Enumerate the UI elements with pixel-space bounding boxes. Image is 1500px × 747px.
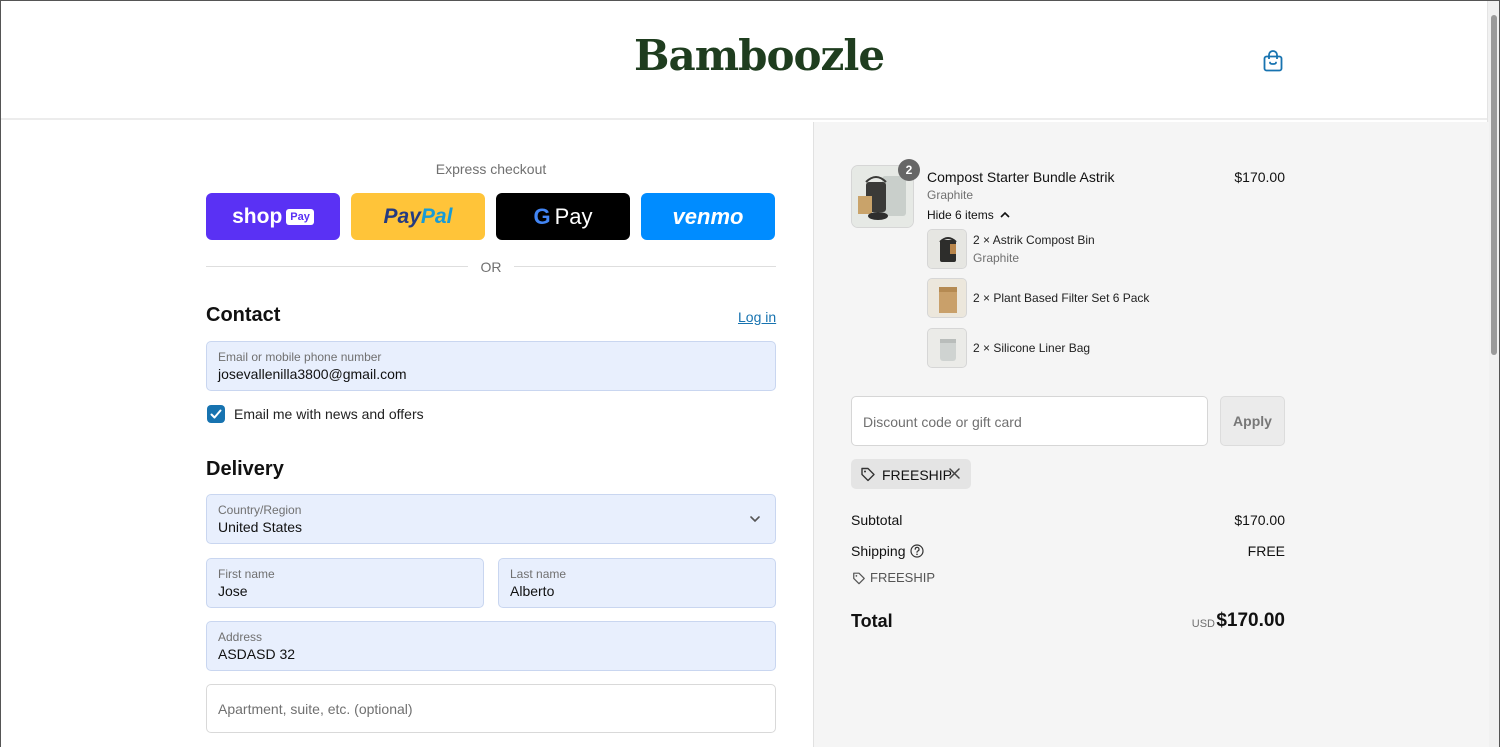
address-field[interactable]: Address ASDASD 32 <box>206 621 776 671</box>
address-label: Address <box>218 630 263 644</box>
subtotal-label: Subtotal <box>851 512 903 528</box>
newsletter-label: Email me with news and offers <box>234 406 424 422</box>
divider-left <box>206 266 468 267</box>
discount-code-input[interactable]: Discount code or gift card <box>851 396 1208 446</box>
checkmark-icon <box>210 409 222 419</box>
email-field[interactable]: Email or mobile phone number josevalleni… <box>206 341 776 391</box>
country-select[interactable]: Country/Region United States <box>206 494 776 544</box>
product-price: $170.00 <box>1234 169 1285 185</box>
paypal-pay-text: Pay <box>383 204 421 228</box>
total-value: $170.00 <box>1216 610 1285 631</box>
last-name-value: Alberto <box>510 583 555 599</box>
hide-items-toggle[interactable]: Hide 6 items <box>927 208 1010 222</box>
venmo-label: venmo <box>672 203 744 229</box>
sub-item-image <box>927 278 967 318</box>
google-pay-label: Pay <box>554 203 593 229</box>
delivery-heading: Delivery <box>206 458 284 480</box>
shipping-discount-code: FREESHIP <box>870 570 936 585</box>
shipping-label: Shipping <box>851 543 906 559</box>
sub-item-name: 2 × Plant Based Filter Set 6 Pack <box>973 291 1150 305</box>
google-g-icon: G <box>533 203 551 229</box>
sub-item-image <box>927 328 967 368</box>
contact-heading: Contact <box>206 304 281 326</box>
shop-pay-label: shop <box>232 204 283 228</box>
applied-discount-chip: FREESHIP <box>851 459 971 489</box>
shop-pay-button[interactable]: shop Pay <box>206 193 340 240</box>
newsletter-checkbox[interactable] <box>207 405 225 423</box>
first-name-label: First name <box>218 567 275 581</box>
sub-item-name: 2 × Silicone Liner Bag <box>973 341 1091 355</box>
sub-item-image <box>927 229 967 269</box>
product-name: Compost Starter Bundle Astrik <box>927 169 1115 185</box>
divider-right <box>514 266 776 267</box>
tag-icon <box>853 572 865 585</box>
google-pay-button[interactable]: G Pay <box>496 193 630 240</box>
sub-item-variant: Graphite <box>973 251 1020 265</box>
paypal-pal-text: Pal <box>420 204 453 228</box>
product-variant: Graphite <box>927 188 974 202</box>
quantity-badge: 2 <box>898 159 920 181</box>
chevron-down-icon <box>750 516 760 523</box>
sub-item-name: 2 × Astrik Compost Bin <box>973 233 1095 247</box>
applied-discount-code: FREESHIP <box>882 467 953 483</box>
subtotal-value: $170.00 <box>1234 512 1285 528</box>
apply-button[interactable]: Apply <box>1220 396 1285 446</box>
country-select-label: Country/Region <box>218 503 302 517</box>
order-summary: 2 Compost Starter Bundle Astrik Graphite… <box>813 122 1489 747</box>
apartment-placeholder: Apartment, suite, etc. (optional) <box>218 701 413 717</box>
close-icon[interactable] <box>948 467 961 480</box>
last-name-label: Last name <box>510 567 567 581</box>
or-divider-text: OR <box>480 259 502 275</box>
login-link[interactable]: Log in <box>738 309 776 325</box>
chevron-up-icon <box>1000 211 1010 218</box>
first-name-value: Jose <box>218 583 248 599</box>
email-field-value: josevallenilla3800@gmail.com <box>218 366 407 382</box>
shopping-bag-icon[interactable] <box>1261 49 1285 73</box>
last-name-field[interactable]: Last name Alberto <box>498 558 776 608</box>
country-select-value: United States <box>218 519 303 535</box>
tag-icon <box>861 467 875 482</box>
checkout-form: Express checkout shop Pay Pay Pal G Pay v… <box>1 122 813 747</box>
shipping-value: FREE <box>1247 543 1285 559</box>
site-header: Bamboozle <box>1 1 1489 120</box>
first-name-field[interactable]: First name Jose <box>206 558 484 608</box>
venmo-button[interactable]: venmo <box>641 193 775 240</box>
brand-logo[interactable]: Bamboozle <box>634 31 885 80</box>
help-icon[interactable] <box>910 544 924 558</box>
email-field-label: Email or mobile phone number <box>218 350 382 364</box>
discount-placeholder: Discount code or gift card <box>863 414 1022 430</box>
total-currency: USD <box>1191 618 1215 630</box>
apartment-field[interactable]: Apartment, suite, etc. (optional) <box>206 684 776 733</box>
shop-pay-tag: Pay <box>286 208 314 225</box>
express-checkout-title: Express checkout <box>435 161 547 177</box>
hide-items-label: Hide 6 items <box>927 208 994 222</box>
paypal-button[interactable]: Pay Pal <box>351 193 485 240</box>
address-value: ASDASD 32 <box>218 646 296 662</box>
total-label: Total <box>851 611 893 631</box>
